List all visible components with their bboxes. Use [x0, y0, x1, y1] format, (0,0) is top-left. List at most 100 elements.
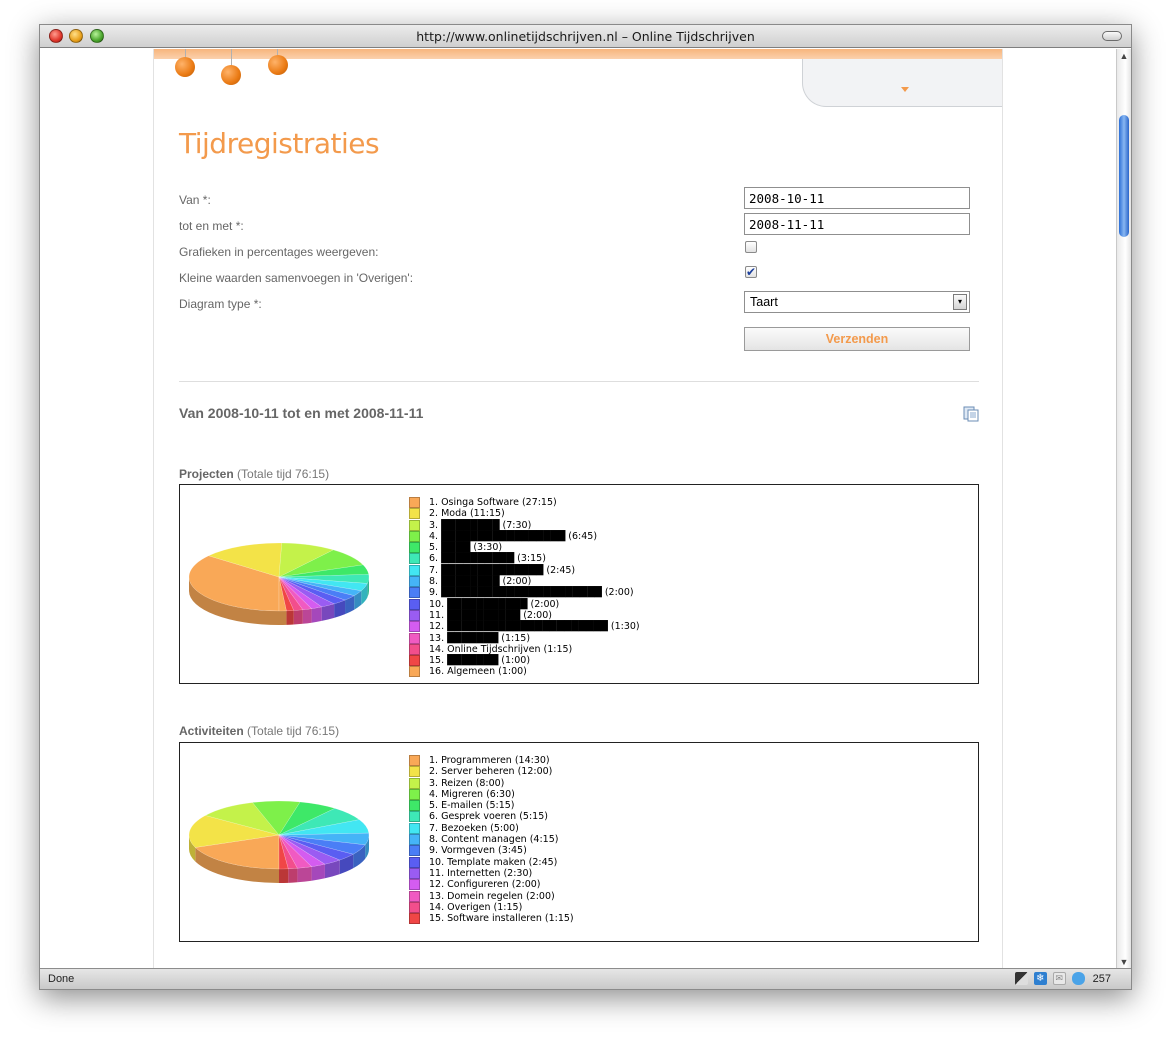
legend-label: 11. Internetten (2:30) [429, 867, 533, 879]
legend-label: 12. Configureren (2:00) [429, 879, 541, 891]
percentages-checkbox[interactable] [745, 241, 757, 253]
legend-swatch [409, 834, 420, 846]
diagram-type-select[interactable]: Taart ▾ [744, 291, 970, 313]
legend-swatch [409, 609, 420, 621]
legend-swatch [409, 788, 420, 800]
submit-button[interactable]: Verzenden [744, 327, 970, 351]
legend-item: 13. Domein regelen (2:00) [409, 890, 574, 902]
legend-swatch [409, 867, 420, 879]
pie-slice-side [297, 866, 312, 883]
legend-item: 3. Reizen (8:00) [409, 777, 574, 789]
browser-window: http://www.onlinetijdschrijven.nl – Onli… [39, 24, 1132, 990]
merge-small-values-checkbox[interactable]: ✔ [745, 266, 757, 278]
legend-item: 5. E-mailen (5:15) [409, 800, 574, 812]
snowflake-icon[interactable]: ❄ [1033, 972, 1047, 985]
projects-chart: 1. Osinga Software (27:15) 2. Moda (11:15… [179, 484, 979, 684]
pie-slice-side [286, 610, 294, 625]
legend-label: 8. Content managen (4:15) [429, 834, 559, 846]
diagram-type-value: Taart [750, 295, 778, 309]
ornament-ball [175, 57, 195, 77]
divider [179, 381, 979, 382]
ornament-ball [268, 55, 288, 75]
pie-slice-side [293, 609, 303, 625]
legend-label: 9. Vormgeven (3:45) [429, 845, 527, 857]
status-icons: ❄ ✉ 257 [1014, 972, 1111, 985]
legend-item: 11. Internetten (2:30) [409, 867, 574, 879]
legend-item: 12. Configureren (2:00) [409, 879, 574, 891]
legend-label: 6. ██████████ (3:15) [429, 553, 546, 565]
mail-icon[interactable]: ✉ [1052, 972, 1066, 985]
vertical-scrollbar[interactable]: ▲ ▼ [1116, 49, 1131, 969]
legend-label: 14. Overigen (1:15) [429, 901, 523, 913]
tot-date-input[interactable]: 2008-11-11 [744, 213, 970, 235]
legend-swatch [409, 845, 420, 857]
legend-item: 4. █████████████████ (6:45) [409, 530, 640, 542]
pie-chart [188, 542, 370, 625]
legend-label: 4. █████████████████ (6:45) [429, 530, 598, 542]
activities-chart: 1. Programmeren (14:30) 2. Server beheren… [179, 742, 979, 942]
van-date-input[interactable]: 2008-10-11 [744, 187, 970, 209]
menu-tab[interactable] [802, 59, 1002, 107]
page-title: Tijdregistraties [179, 127, 380, 160]
legend-swatch [409, 811, 420, 823]
legend-item: 14. Overigen (1:15) [409, 901, 574, 913]
pie-slice-side [311, 606, 322, 623]
twitter-icon[interactable] [1071, 972, 1085, 985]
legend-swatch [409, 766, 420, 778]
addon-icon[interactable] [1014, 972, 1028, 985]
chart-legend: 1. Programmeren (14:30) 2. Server beheren… [409, 755, 574, 925]
legend-label: 6. Gesprek voeren (5:15) [429, 811, 548, 823]
legend-item: 3. ████████ (7:30) [409, 519, 640, 531]
legend-label: 7. Bezoeken (5:00) [429, 822, 519, 834]
legend-label: 3. ████████ (7:30) [429, 519, 532, 531]
legend-item: 2. Moda (11:15) [409, 508, 640, 520]
chart-caption-total: (Totale tijd 76:15) [243, 724, 340, 738]
legend-swatch [409, 587, 420, 599]
activities-chart-caption: Activiteiten (Totale tijd 76:15) [179, 724, 339, 738]
legend-swatch [409, 519, 420, 531]
legend-label: 9. ██████████████████████ (2:00) [429, 587, 634, 599]
export-icon[interactable] [963, 406, 979, 422]
chart-caption-title: Projecten [179, 467, 234, 481]
legend-label: 8. ████████ (2:00) [429, 576, 532, 588]
legend-label: 2. Server beheren (12:00) [429, 766, 553, 778]
legend-swatch [409, 542, 420, 554]
page-viewport: Tijdregistraties Van *: 2008-10-11 tot e… [40, 49, 1118, 969]
van-label: Van *: [179, 193, 211, 207]
legend-label: 4. Migreren (6:30) [429, 788, 515, 800]
legend-label: 13. ███████ (1:15) [429, 632, 531, 644]
legend-item: 2. Server beheren (12:00) [409, 766, 574, 778]
legend-item: 14. Online Tijdschrijven (1:15) [409, 643, 640, 655]
legend-item: 8. ████████ (2:00) [409, 576, 640, 588]
legend-label: 10. Template maken (2:45) [429, 856, 558, 868]
menu-arrow-down-icon [901, 87, 909, 92]
legend-swatch [409, 755, 420, 766]
toolbar-toggle-button[interactable] [1102, 31, 1122, 41]
scrollbar-thumb[interactable] [1119, 115, 1129, 237]
window-titlebar: http://www.onlinetijdschrijven.nl – Onli… [40, 25, 1131, 48]
legend-label: 5. ████ (3:30) [429, 542, 503, 554]
legend-label: 10. ███████████ (2:00) [429, 598, 560, 610]
pie-slice-side [279, 610, 287, 625]
legend-label: 5. E-mailen (5:15) [429, 800, 515, 812]
scroll-up-arrow-icon[interactable]: ▲ [1117, 49, 1131, 63]
window-title: http://www.onlinetijdschrijven.nl – Onli… [416, 29, 755, 44]
legend-item: 1. Osinga Software (27:15) [409, 497, 640, 508]
legend-swatch [409, 666, 420, 678]
legend-swatch [409, 632, 420, 644]
legend-swatch [409, 497, 420, 508]
legend-label: 2. Moda (11:15) [429, 508, 505, 520]
legend-swatch [409, 913, 420, 925]
legend-item: 7. ██████████████ (2:45) [409, 564, 640, 576]
legend-item: 15. ███████ (1:00) [409, 655, 640, 667]
range-title: Van 2008-10-11 tot en met 2008-11-11 [179, 405, 424, 421]
chart-caption-title: Activiteiten [179, 724, 244, 738]
legend-label: 11. ██████████ (2:00) [429, 609, 552, 621]
legend-swatch [409, 890, 420, 902]
legend-swatch [409, 655, 420, 667]
scroll-down-arrow-icon[interactable]: ▼ [1117, 955, 1131, 969]
legend-label: 14. Online Tijdschrijven (1:15) [429, 643, 573, 655]
legend-swatch [409, 530, 420, 542]
tot-label: tot en met *: [179, 219, 244, 233]
legend-swatch [409, 901, 420, 913]
